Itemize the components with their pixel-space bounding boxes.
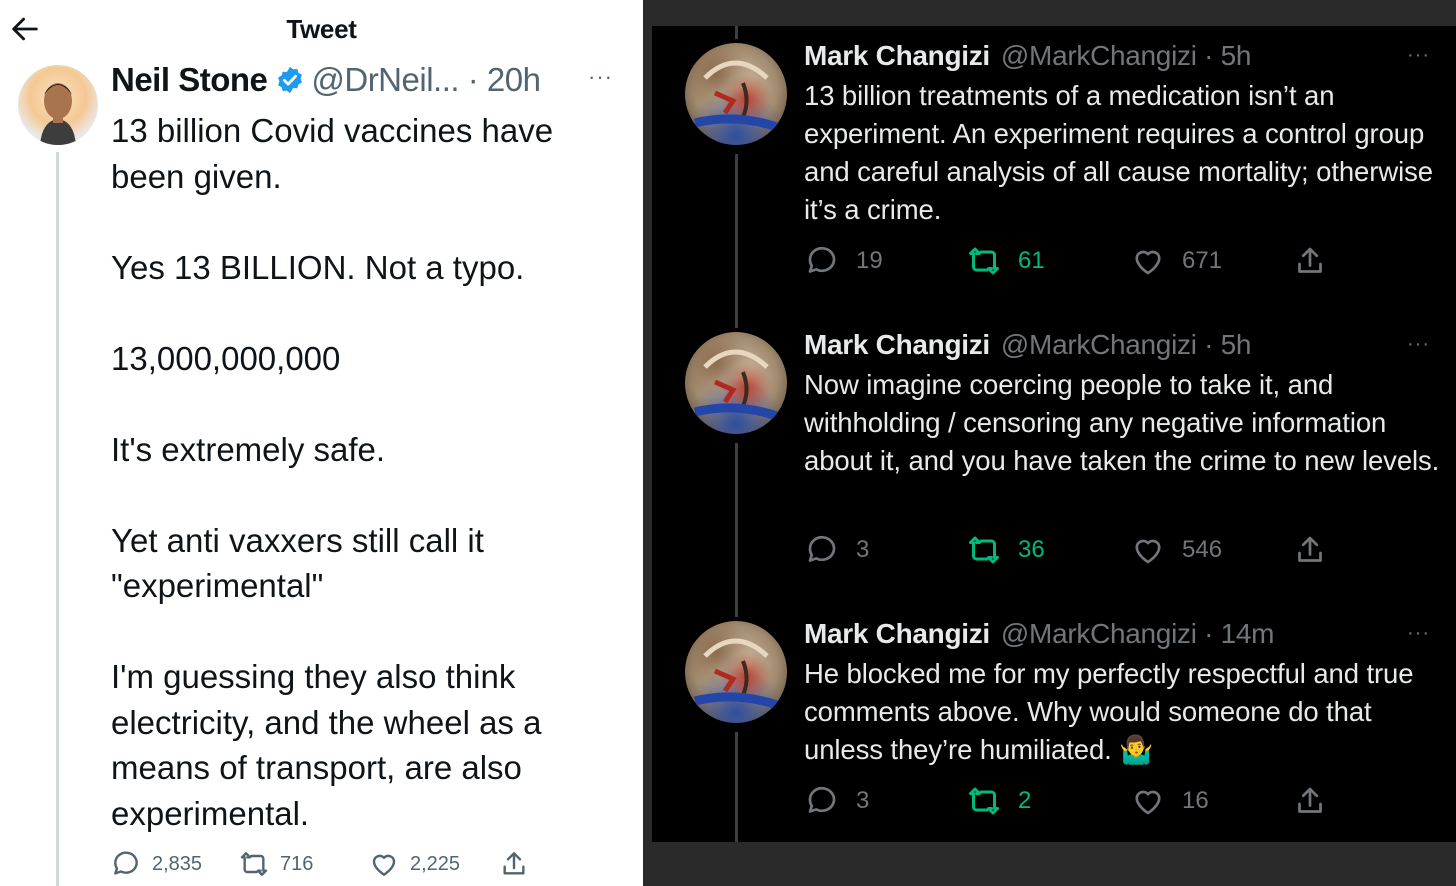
thread-line xyxy=(735,26,738,39)
tweet-paragraph: 13,000,000,000 xyxy=(111,339,341,377)
thread-line xyxy=(735,154,738,328)
reply-actions: 3 36 546 xyxy=(804,532,1324,568)
like-button[interactable]: 16 xyxy=(1130,783,1209,819)
avatar-portrait-icon xyxy=(40,83,76,145)
reply-text: 13 billion treatments of a medication is… xyxy=(804,80,1433,225)
retweet-icon xyxy=(240,852,268,876)
share-button[interactable] xyxy=(1292,243,1344,279)
reply-icon xyxy=(114,851,138,875)
avatar-painting-icon xyxy=(693,349,779,421)
original-tweet-panel: Tweet Neil Stone @DrNeil... · 20h ··· 13… xyxy=(0,0,643,886)
reply-author-row: Mark Changizi @MarkChangizi · 14m xyxy=(804,616,1274,652)
tweet-paragraph: 13 billion Covid vaccines have been give… xyxy=(111,112,554,195)
share-button[interactable] xyxy=(498,848,540,880)
avatar[interactable] xyxy=(685,43,787,145)
share-icon xyxy=(503,852,525,875)
reply-text: He blocked me for my perfectly respectfu… xyxy=(804,658,1414,765)
like-count: 546 xyxy=(1182,536,1223,563)
tweet-paragraph: Yes 13 BILLION. Not a typo. xyxy=(111,248,525,286)
replies-thread: Mark Changizi @MarkChangizi · 5h ··· 13 … xyxy=(652,26,1456,842)
more-options-icon[interactable]: ··· xyxy=(1407,44,1430,67)
tweet-paragraph: It's extremely safe. xyxy=(111,430,386,468)
reply-author-row: Mark Changizi @MarkChangizi · 5h xyxy=(804,327,1251,363)
author-name[interactable]: Mark Changizi xyxy=(804,40,990,72)
like-count: 671 xyxy=(1182,247,1223,274)
share-icon xyxy=(1298,247,1322,273)
avatar[interactable] xyxy=(18,65,98,145)
reply-count: 2,835 xyxy=(152,852,203,875)
tweet-paragraph: Yet anti vaxxers still call it "experime… xyxy=(111,521,484,605)
reply-button[interactable]: 3 xyxy=(804,783,869,819)
share-icon xyxy=(1298,787,1322,813)
like-button[interactable]: 2,225 xyxy=(368,848,460,880)
more-options-icon[interactable]: ··· xyxy=(1407,622,1430,645)
page-title: Tweet xyxy=(286,14,357,44)
tweet-text: 13 billion Covid vaccines have been give… xyxy=(111,108,631,836)
share-icon xyxy=(1298,536,1322,562)
retweet-button[interactable]: 36 xyxy=(966,532,1045,568)
retweet-icon xyxy=(969,536,999,564)
like-count: 16 xyxy=(1182,787,1209,814)
reply-text: Now imagine coercing people to take it, … xyxy=(804,369,1440,476)
retweet-count: 2 xyxy=(1018,787,1032,814)
share-button[interactable] xyxy=(1292,783,1344,819)
avatar-painting-icon xyxy=(693,638,779,710)
heart-icon xyxy=(1135,539,1161,564)
verified-badge-icon xyxy=(278,66,303,94)
retweet-icon xyxy=(969,247,999,275)
retweet-button[interactable]: 2 xyxy=(966,783,1031,819)
retweet-count: 36 xyxy=(1018,536,1045,563)
share-button[interactable] xyxy=(1292,532,1344,568)
avatar[interactable] xyxy=(685,332,787,434)
like-button[interactable]: 671 xyxy=(1130,243,1222,279)
avatar-painting-icon xyxy=(693,60,779,132)
avatar[interactable] xyxy=(685,621,787,723)
heart-icon xyxy=(1135,250,1161,275)
heart-icon xyxy=(1135,790,1161,815)
retweet-button[interactable]: 61 xyxy=(966,243,1045,279)
retweet-icon xyxy=(969,787,999,815)
author-handle-time[interactable]: @MarkChangizi · 5h xyxy=(1001,329,1252,361)
like-count: 2,225 xyxy=(410,852,461,875)
reply-author-row: Mark Changizi @MarkChangizi · 5h xyxy=(804,38,1251,74)
author-name[interactable]: Mark Changizi xyxy=(804,618,990,650)
author-handle-time[interactable]: @MarkChangizi · 14m xyxy=(1001,618,1275,650)
retweet-count: 61 xyxy=(1018,247,1045,274)
reply-button[interactable]: 3 xyxy=(804,532,869,568)
tweet-author-row: Neil Stone @DrNeil... · 20h xyxy=(111,58,541,102)
retweet-count: 716 xyxy=(280,852,314,875)
heart-icon xyxy=(372,854,396,876)
like-button[interactable]: 546 xyxy=(1130,532,1222,568)
more-options-icon[interactable]: ··· xyxy=(1407,333,1430,356)
reply-icon xyxy=(808,786,836,813)
reply-count: 3 xyxy=(856,787,870,814)
thread-line xyxy=(56,152,59,886)
more-options-icon[interactable]: ··· xyxy=(588,64,613,90)
thread-line xyxy=(735,732,738,842)
replies-panel: Mark Changizi @MarkChangizi · 5h ··· 13 … xyxy=(643,0,1456,886)
author-handle-time[interactable]: @MarkChangizi · 5h xyxy=(1001,40,1252,72)
thread-line xyxy=(735,443,738,617)
author-handle-time[interactable]: @DrNeil... · 20h xyxy=(311,61,541,99)
reply-icon xyxy=(808,535,836,562)
reply-count: 19 xyxy=(856,247,883,274)
retweet-button[interactable]: 716 xyxy=(238,848,313,880)
reply-button[interactable]: 19 xyxy=(804,243,883,279)
bottom-bar xyxy=(643,842,1456,886)
tweet-paragraph: I'm guessing they also think electricity… xyxy=(111,658,542,832)
reply-button[interactable]: 2,835 xyxy=(110,848,202,880)
author-name[interactable]: Neil Stone xyxy=(111,61,268,99)
reply-actions: 19 61 671 xyxy=(804,243,1324,279)
reply-count: 3 xyxy=(856,536,870,563)
reply-icon xyxy=(808,246,836,273)
reply-actions: 3 2 16 xyxy=(804,783,1324,819)
author-name[interactable]: Mark Changizi xyxy=(804,329,990,361)
